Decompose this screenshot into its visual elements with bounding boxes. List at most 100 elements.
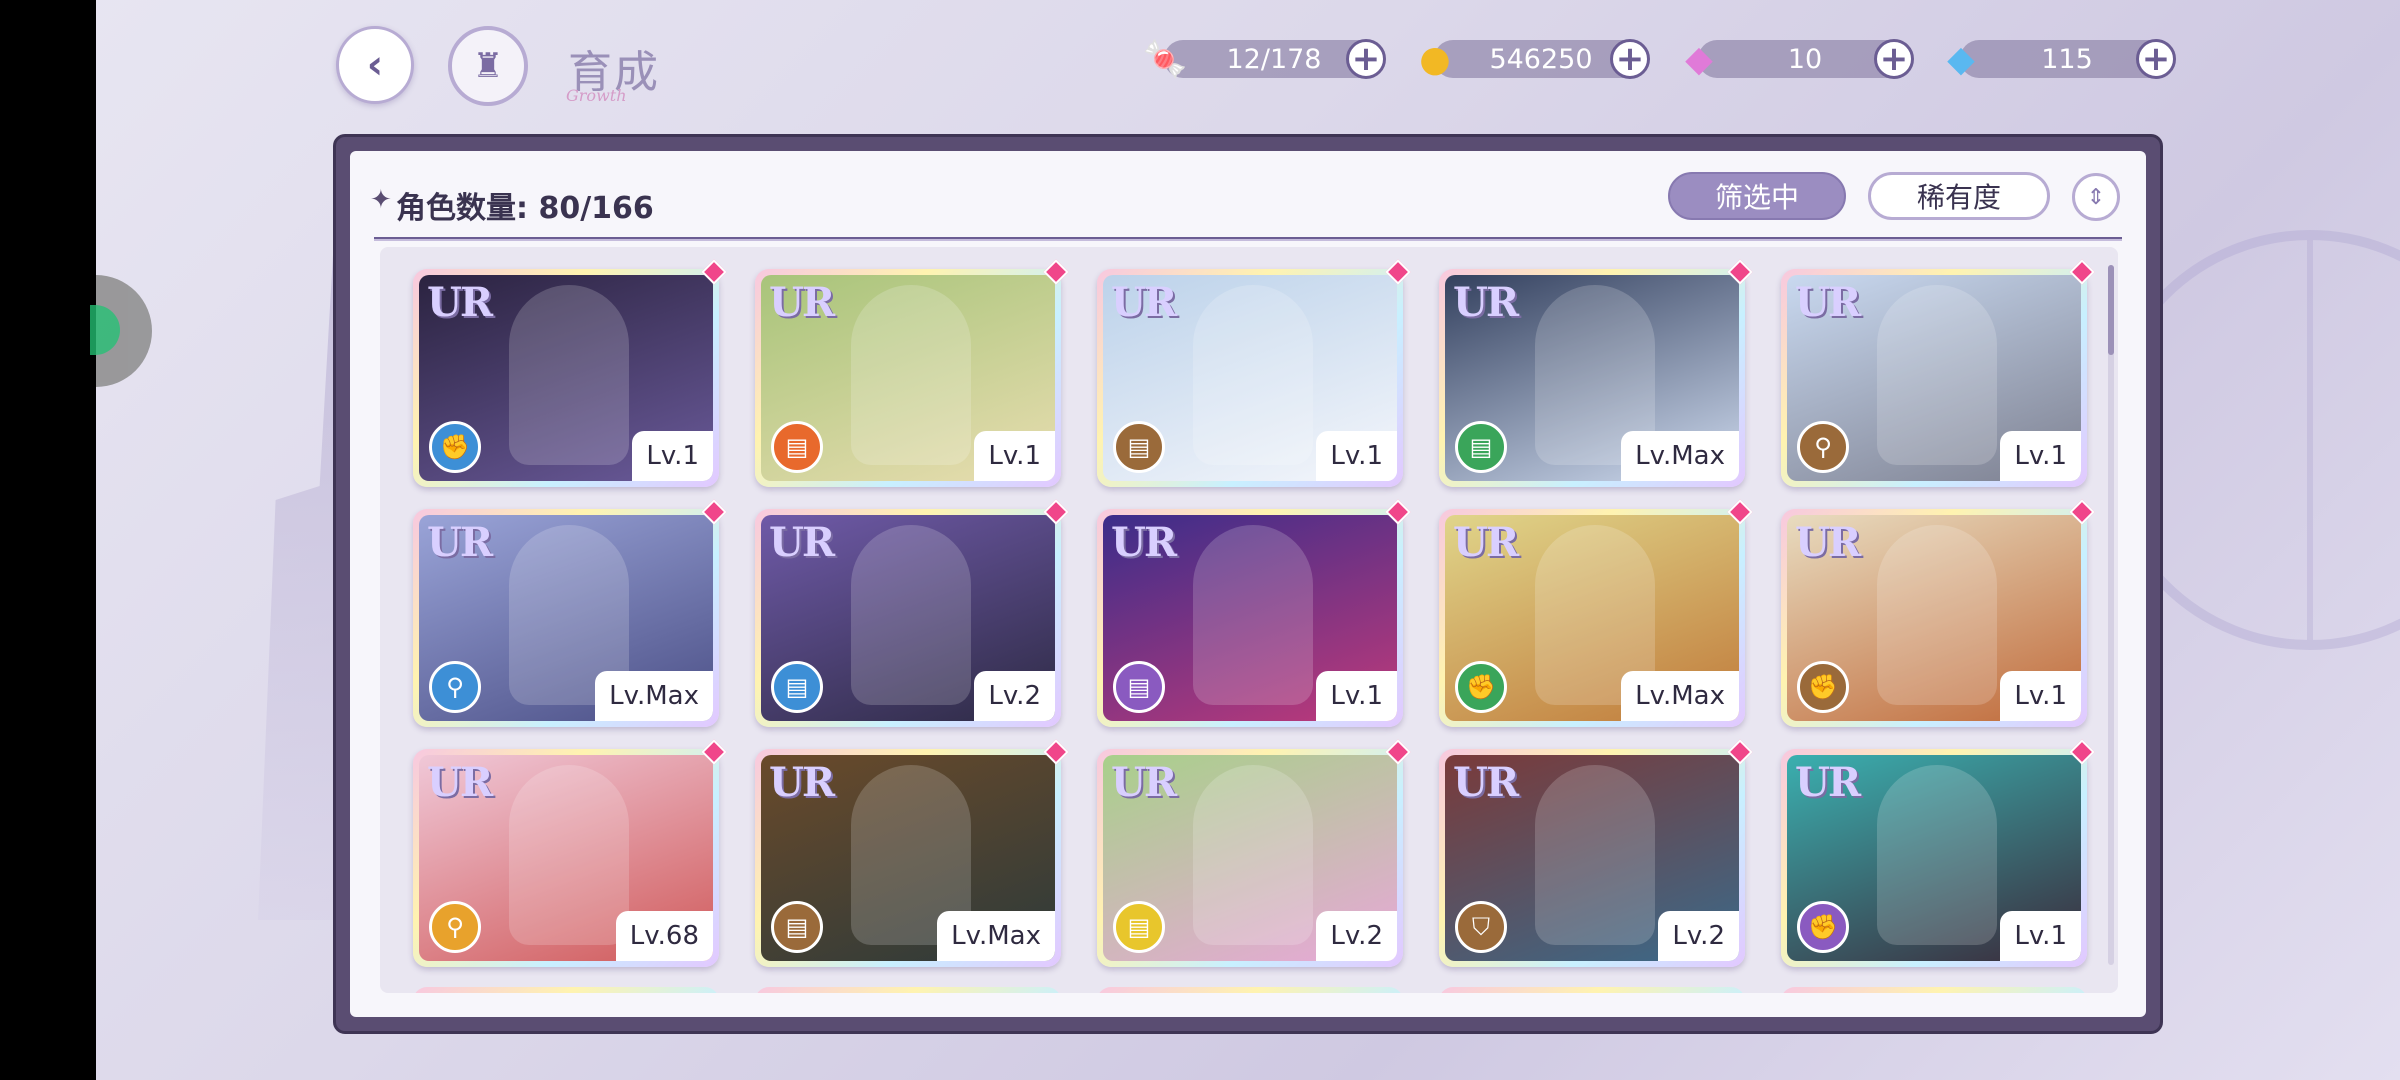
rarity-badge: UR: [769, 519, 835, 566]
character-portrait: UR ▤ Lv.1: [1103, 275, 1397, 481]
add-blue-diamond-button[interactable]: +: [2136, 39, 2176, 79]
character-grid: UR ✊ Lv.1 UR ▤ Lv.1 UR ▤ Lv.1 UR ▤ Lv.Max UR ⚲ Lv.1 UR ⚲…: [380, 247, 2118, 993]
rarity-badge: UR: [769, 759, 835, 806]
candy-icon: 🍬: [1142, 39, 1188, 80]
currency-pink-diamond: ◆ 10 +: [1685, 39, 1914, 80]
pink-diamond-icon: ◆: [1685, 38, 1713, 80]
book-icon: ▤: [771, 901, 823, 953]
fist-icon: ✊: [1797, 901, 1849, 953]
character-portrait: UR ▤ Lv.2: [1103, 755, 1397, 961]
add-coin-button[interactable]: +: [1610, 39, 1650, 79]
book-icon: ▤: [771, 421, 823, 473]
character-card-partial[interactable]: [1097, 987, 1403, 993]
character-card[interactable]: UR ▤ Lv.2: [1097, 739, 1411, 967]
filter-button[interactable]: 筛选中: [1668, 172, 1846, 220]
coin-icon: ●: [1419, 38, 1451, 80]
character-card[interactable]: UR ⚲ Lv.Max: [413, 499, 727, 727]
character-portrait: UR ▤ Lv.1: [761, 275, 1055, 481]
panel-divider: [374, 237, 2122, 241]
level-label: Lv.1: [974, 431, 1055, 481]
add-candy-button[interactable]: +: [1346, 39, 1386, 79]
level-label: Lv.Max: [937, 911, 1055, 961]
level-label: Lv.Max: [1621, 671, 1739, 721]
staff-icon: ⚲: [1797, 421, 1849, 473]
rarity-badge: UR: [427, 759, 493, 806]
book-icon: ▤: [1113, 901, 1165, 953]
rarity-badge: UR: [427, 279, 493, 326]
book-icon: ▤: [1113, 421, 1165, 473]
level-label: Lv.Max: [595, 671, 713, 721]
currency-pink-diamond-value: 10: [1787, 43, 1823, 75]
rarity-badge: UR: [1453, 279, 1519, 326]
rarity-badge: UR: [427, 519, 493, 566]
level-label: Lv.1: [1316, 671, 1397, 721]
rarity-badge: UR: [1453, 759, 1519, 806]
level-label: Lv.2: [974, 671, 1055, 721]
character-card-partial[interactable]: [413, 987, 719, 993]
fist-icon: ✊: [1797, 661, 1849, 713]
currency-candy-value: 12/178: [1226, 43, 1322, 75]
level-label: Lv.Max: [1621, 431, 1739, 481]
character-card[interactable]: UR ✊ Lv.Max: [1439, 499, 1753, 727]
character-portrait: UR ✊ Lv.1: [1787, 755, 2081, 961]
staff-icon: ⚲: [429, 901, 481, 953]
character-count: 角色数量: 80/166: [396, 183, 654, 227]
castle-home-icon: ♜: [472, 46, 504, 86]
back-button[interactable]: ‹: [336, 26, 414, 104]
system-left-bar: [0, 0, 96, 1080]
character-portrait: UR ⚲ Lv.68: [419, 755, 713, 961]
character-card-partial[interactable]: [755, 987, 1061, 993]
character-card-partial[interactable]: [1781, 987, 2087, 993]
character-card[interactable]: UR ▤ Lv.Max: [755, 739, 1069, 967]
add-pink-diamond-button[interactable]: +: [1874, 39, 1914, 79]
character-card[interactable]: UR ▤ Lv.1: [755, 259, 1069, 487]
character-portrait: UR ▤ Lv.2: [761, 515, 1055, 721]
character-card[interactable]: UR ⛉ Lv.2: [1439, 739, 1753, 967]
character-portrait: UR ⛉ Lv.2: [1445, 755, 1739, 961]
character-portrait: UR ▤ Lv.1: [1103, 515, 1397, 721]
character-portrait: UR ⚲ Lv.1: [1787, 275, 2081, 481]
currency-coin-value: 546250: [1489, 43, 1593, 75]
staff-icon: ⚲: [429, 661, 481, 713]
rarity-badge: UR: [1111, 519, 1177, 566]
fist-icon: ✊: [429, 421, 481, 473]
fist-icon: ✊: [1455, 661, 1507, 713]
level-label: Lv.2: [1316, 911, 1397, 961]
character-card[interactable]: UR ▤ Lv.Max: [1439, 259, 1753, 487]
character-card[interactable]: UR ▤ Lv.1: [1097, 499, 1411, 727]
sparkle-icon: ✦: [370, 185, 392, 215]
character-portrait: UR ✊ Lv.1: [1787, 515, 2081, 721]
character-card[interactable]: UR ⚲ Lv.1: [1781, 259, 2095, 487]
character-card-partial[interactable]: [1439, 987, 1745, 993]
rarity-badge: UR: [769, 279, 835, 326]
sort-order-toggle[interactable]: ⇕: [2072, 173, 2120, 221]
level-label: Lv.1: [632, 431, 713, 481]
character-card[interactable]: UR ▤ Lv.1: [1097, 259, 1411, 487]
rarity-badge: UR: [1795, 519, 1861, 566]
blue-diamond-icon: ◆: [1947, 38, 1975, 80]
character-card[interactable]: UR ✊ Lv.1: [1781, 499, 2095, 727]
character-panel: ✦ 角色数量: 80/166 筛选中 稀有度 ⇕ UR ✊ Lv.1 UR ▤ Lv.1 U…: [350, 151, 2146, 1017]
character-card[interactable]: UR ▤ Lv.2: [755, 499, 1069, 727]
book-icon: ▤: [1455, 421, 1507, 473]
rarity-badge: UR: [1795, 279, 1861, 326]
character-card[interactable]: UR ✊ Lv.1: [1781, 739, 2095, 967]
book-icon: ▤: [1113, 661, 1165, 713]
rarity-badge: UR: [1795, 759, 1861, 806]
character-card[interactable]: UR ⚲ Lv.68: [413, 739, 727, 967]
currency-blue-diamond-value: 115: [2041, 43, 2093, 75]
character-portrait: UR ✊ Lv.1: [419, 275, 713, 481]
character-portrait: UR ✊ Lv.Max: [1445, 515, 1739, 721]
sort-rarity-button[interactable]: 稀有度: [1868, 172, 2050, 220]
level-label: Lv.2: [1658, 911, 1739, 961]
character-card[interactable]: UR ✊ Lv.1: [413, 259, 727, 487]
home-button[interactable]: ♜: [448, 26, 528, 106]
character-count-label: 角色数量:: [396, 191, 528, 226]
level-label: Lv.68: [615, 911, 713, 961]
character-panel-frame: ✦ 角色数量: 80/166 筛选中 稀有度 ⇕ UR ✊ Lv.1 UR ▤ Lv.1 U…: [333, 134, 2163, 1034]
grid-scrollbar[interactable]: [2108, 265, 2114, 965]
sort-arrows-icon: ⇕: [2086, 184, 2106, 210]
level-label: Lv.1: [1316, 431, 1397, 481]
shield-icon: ⛉: [1455, 901, 1507, 953]
character-portrait: UR ⚲ Lv.Max: [419, 515, 713, 721]
